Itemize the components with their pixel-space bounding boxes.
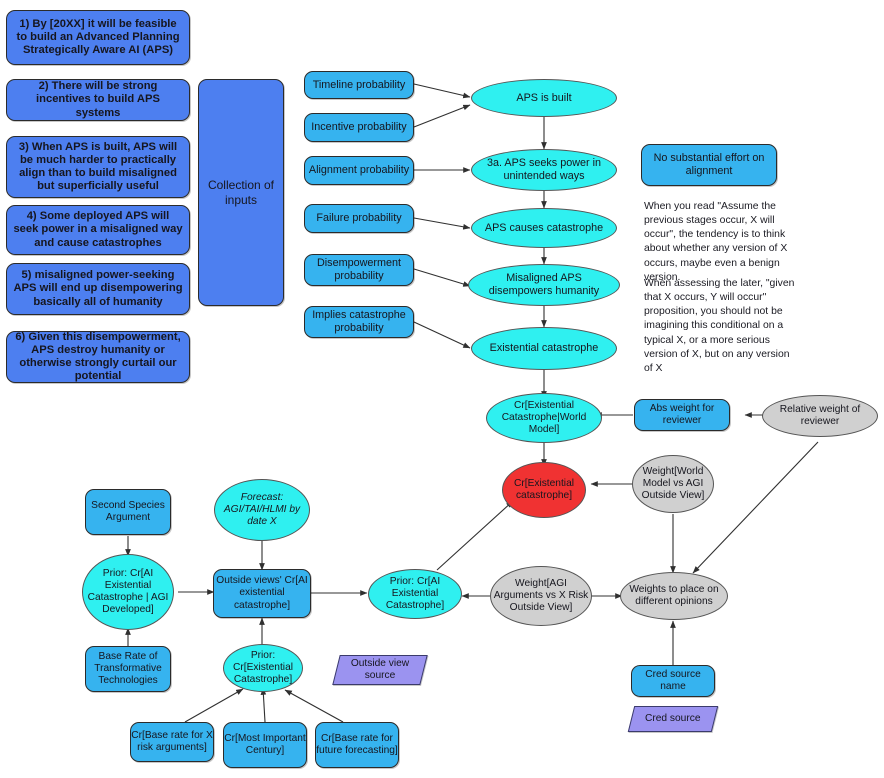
probability-box-alignment[interactable]: Alignment probability <box>304 156 414 185</box>
premise-box-2[interactable]: 2) There will be strong incentives to bu… <box>6 79 190 121</box>
chain-node-existential-catastrophe[interactable]: Existential catastrophe <box>471 327 617 370</box>
node-cr-base-rate-future-forecasting[interactable]: Cr[Base rate for future forecasting] <box>315 722 399 768</box>
note-paragraph-2: When assessing the later, "given that X … <box>644 278 795 374</box>
note-paragraph-1: When you read "Assume the previous stage… <box>644 201 788 283</box>
node-cr-base-rate-x-risk-arguments[interactable]: Cr[Base rate for X risk arguments] <box>130 722 214 762</box>
premise-box-5[interactable]: 5) misaligned power-seeking APS will end… <box>6 263 190 315</box>
node-cr-existential-catastrophe[interactable]: Cr[Existential catastrophe] <box>502 462 586 518</box>
premise-box-6[interactable]: 6) Given this disempowerment, APS destro… <box>6 331 190 383</box>
probability-box-failure[interactable]: Failure probability <box>304 204 414 233</box>
chain-node-aps-is-built[interactable]: APS is built <box>471 79 617 117</box>
collection-of-inputs-box[interactable]: Collection of inputs <box>198 79 284 306</box>
node-cred-source-name[interactable]: Cred source name <box>631 665 715 697</box>
cred-source-label: Cred source <box>645 712 701 724</box>
node-prior-cr-existential-catastrophe[interactable]: Prior: Cr[Existential Catastrophe] <box>223 644 303 692</box>
node-cr-most-important-century[interactable]: Cr[Most Important Century] <box>223 722 307 768</box>
node-weight-world-model-vs-agi[interactable]: Weight[World Model vs AGI Outside View] <box>632 455 714 513</box>
node-outside-views-cr-ai-existential-catastrophe[interactable]: Outside views' Cr[AI existential catastr… <box>213 569 311 618</box>
chain-node-misaligned-aps-disempowers[interactable]: Misaligned APS disempowers humanity <box>468 264 620 306</box>
probability-box-disempowerment[interactable]: Disempowerment probability <box>304 254 414 286</box>
probability-box-timeline[interactable]: Timeline probability <box>304 71 414 99</box>
probability-box-incentive[interactable]: Incentive probability <box>304 113 414 142</box>
node-second-species-argument[interactable]: Second Species Argument <box>85 489 171 535</box>
chain-node-aps-seeks-power[interactable]: 3a. APS seeks power in unintended ways <box>471 149 617 191</box>
outside-view-source-label: Outside view source <box>350 657 410 681</box>
node-cr-existential-catastrophe-world-model[interactable]: Cr[Existential Catastrophe|World Model] <box>486 393 602 443</box>
premise-box-1[interactable]: 1) By [20XX] it will be feasible to buil… <box>6 10 190 65</box>
node-prior-cr-ai-existential-catastrophe[interactable]: Prior: Cr[AI Existential Catastrophe] <box>368 569 462 619</box>
node-prior-cr-ai-ec-given-agi-developed[interactable]: Prior: Cr[AI Existential Catastrophe | A… <box>82 554 174 630</box>
no-substantial-effort-box[interactable]: No substantial effort on alignment <box>641 144 777 186</box>
premise-box-3[interactable]: 3) When APS is built, APS will be much h… <box>6 136 190 198</box>
probability-box-implies-catastrophe[interactable]: Implies catastrophe probability <box>304 306 414 338</box>
node-forecast-agi-tai-hlmi[interactable]: Forecast: AGI/TAI/HLMI by date X <box>214 479 310 541</box>
node-abs-weight-for-reviewer[interactable]: Abs weight for reviewer <box>634 399 730 431</box>
node-cred-source[interactable]: Cred source <box>627 706 719 732</box>
node-relative-weight-of-reviewer[interactable]: Relative weight of reviewer <box>762 395 878 437</box>
diagram-canvas: 1) By [20XX] it will be feasible to buil… <box>0 0 884 778</box>
node-outside-view-source[interactable]: Outside view source <box>332 655 428 685</box>
node-base-rate-transformative-technologies[interactable]: Base Rate of Transformative Technologies <box>85 646 171 692</box>
chain-node-aps-causes-catastrophe[interactable]: APS causes catastrophe <box>471 208 617 248</box>
node-weights-to-place-on-different-opinions[interactable]: Weights to place on different opinions <box>620 572 728 620</box>
node-weight-agi-arguments-vs-x-risk[interactable]: Weight[AGI Arguments vs X Risk Outside V… <box>490 566 592 626</box>
premise-box-4[interactable]: 4) Some deployed APS will seek power in … <box>6 205 190 255</box>
